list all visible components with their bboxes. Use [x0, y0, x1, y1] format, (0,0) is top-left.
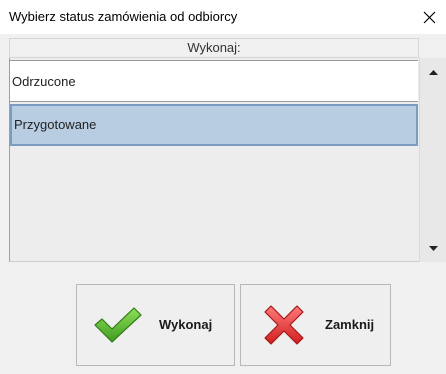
list-item-przygotowane[interactable]: Przygotowane: [10, 104, 418, 146]
scroll-down-button[interactable]: [420, 238, 446, 258]
close-button-label: Zamknij: [325, 317, 375, 332]
list-item-odrzucone[interactable]: Odrzucone: [10, 60, 418, 102]
window-title: Wybierz status zamówienia od odbiorcy: [9, 9, 238, 24]
execute-button[interactable]: Wykonaj: [76, 284, 235, 366]
arrow-down-icon: [428, 245, 438, 251]
close-button[interactable]: Zamknij: [240, 284, 391, 366]
close-icon: [423, 11, 435, 23]
execute-button-label: Wykonaj: [159, 317, 213, 332]
list-column-header: Wykonaj:: [9, 38, 419, 58]
scroll-up-button[interactable]: [420, 62, 446, 82]
vertical-scrollbar[interactable]: [419, 58, 446, 262]
arrow-up-icon: [428, 69, 438, 75]
button-bar: Wykonaj Zamknij: [0, 262, 446, 374]
check-icon: [94, 307, 142, 343]
x-icon: [264, 305, 304, 345]
window-close-button[interactable]: [412, 0, 446, 34]
status-list: Odrzucone Przygotowane: [9, 58, 419, 262]
title-bar: Wybierz status zamówienia od odbiorcy: [0, 0, 446, 34]
dialog-window: Wybierz status zamówienia od odbiorcy Wy…: [0, 0, 446, 374]
